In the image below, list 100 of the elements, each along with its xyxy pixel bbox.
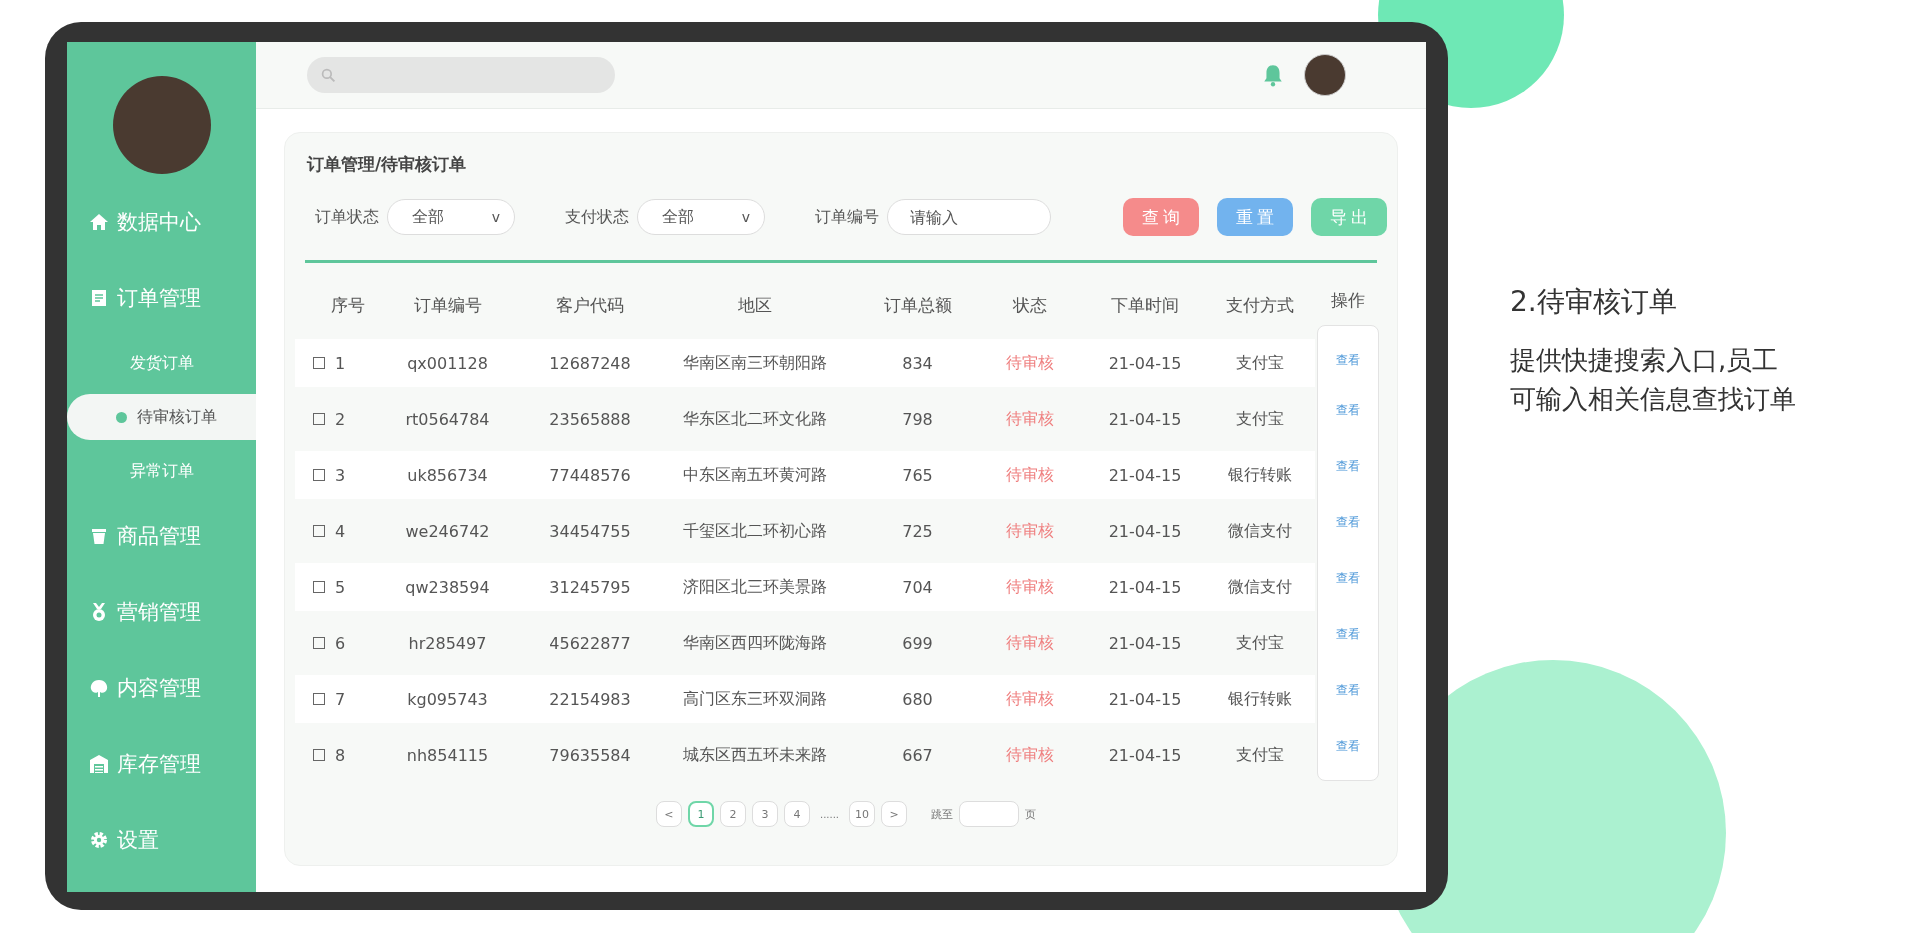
table-cell-text: 2 xyxy=(334,409,347,429)
nav-item[interactable]: 设置 xyxy=(67,802,256,878)
column-header: 订单编号 xyxy=(412,293,483,317)
table-cell-text: 8 xyxy=(334,745,347,765)
warehouse-icon xyxy=(89,754,109,774)
checkbox[interactable] xyxy=(313,469,325,481)
previous-page-button[interactable]: < xyxy=(655,801,682,827)
page-button[interactable]: 2 xyxy=(719,801,746,827)
column-header: 下单时间 xyxy=(1110,293,1180,317)
table-cell-text: 23565888 xyxy=(548,409,632,429)
table-cell-text: qx001128 xyxy=(406,353,489,373)
checkbox[interactable] xyxy=(313,749,325,761)
page-button[interactable]: 10 xyxy=(849,801,876,827)
view-link[interactable]: 查看 xyxy=(1336,737,1360,755)
page-unit-label: 页 xyxy=(1025,806,1037,822)
avatar-photo-placeholder[interactable] xyxy=(1304,54,1346,96)
filter-label: 订单编号 xyxy=(815,206,879,228)
checkbox[interactable] xyxy=(313,581,325,593)
nav-subitem[interactable]: 异常订单 xyxy=(67,444,256,498)
nav-sublabel: 待审核订单 xyxy=(137,406,217,428)
checkbox[interactable] xyxy=(313,693,325,705)
nav-sublabel: 发货订单 xyxy=(129,352,194,374)
nav-label: 内容管理 xyxy=(117,675,201,702)
nav-label: 设置 xyxy=(117,827,159,854)
input-field[interactable]: 请输入 xyxy=(887,199,1051,235)
table-cell-text: uk856734 xyxy=(406,465,489,485)
table-cell-text: 6 xyxy=(334,633,347,653)
table-cell-text: 中东区南五环黄河路 xyxy=(682,464,828,486)
column-header: 状态 xyxy=(1012,293,1048,317)
table-cell-text: we246742 xyxy=(404,521,491,541)
table-cell-text: 12687248 xyxy=(548,353,632,373)
nav-item[interactable]: 库存管理 xyxy=(67,726,256,802)
view-link[interactable]: 查看 xyxy=(1336,401,1360,419)
page-button[interactable]: 1 xyxy=(687,801,714,827)
nav-item[interactable]: 内容管理 xyxy=(67,650,256,726)
nav-item[interactable]: 订单管理 xyxy=(67,260,256,336)
view-link[interactable]: 查看 xyxy=(1336,569,1360,587)
feature-description: 提供快捷搜索入口,员工 xyxy=(1510,344,1780,377)
table-cell-text: 21-04-15 xyxy=(1107,353,1183,373)
column-header: 序号 xyxy=(331,293,365,317)
table-cell-text: 待审核 xyxy=(1005,520,1055,542)
feature-title: 2.待审核订单 xyxy=(1510,284,1678,320)
nav-label: 库存管理 xyxy=(117,751,201,778)
dropdown[interactable]: 全部 v xyxy=(637,199,765,235)
table-cell-text: 31245795 xyxy=(548,577,632,597)
table-cell-text: 21-04-15 xyxy=(1107,633,1183,653)
view-link[interactable]: 查看 xyxy=(1336,457,1360,475)
nav-label: 订单管理 xyxy=(117,285,201,312)
table-cell-text: 济阳区北三环美景路 xyxy=(682,576,828,598)
nav-item[interactable]: 商品管理 xyxy=(67,498,256,574)
page-input-field[interactable] xyxy=(959,801,1020,827)
table-cell-text: 待审核 xyxy=(1005,352,1055,374)
table-cell-text: 支付宝 xyxy=(1235,352,1285,374)
table-cell-text: 待审核 xyxy=(1005,464,1055,486)
nav-label: 数据中心 xyxy=(117,209,201,236)
table-cell-text: 22154983 xyxy=(548,689,632,709)
table-cell-text: 银行转账 xyxy=(1227,688,1293,710)
table-cell-text: 21-04-15 xyxy=(1107,409,1183,429)
action-button[interactable]: 导出 xyxy=(1311,198,1387,236)
checkbox[interactable] xyxy=(313,525,325,537)
page-button[interactable]: 4 xyxy=(783,801,810,827)
search-icon xyxy=(321,67,336,83)
checkbox[interactable] xyxy=(313,637,325,649)
cup-icon xyxy=(89,526,109,546)
jump-label: 跳至 xyxy=(931,806,954,822)
table-cell-text: qw238594 xyxy=(404,577,491,597)
dropdown[interactable]: 全部 v xyxy=(387,199,515,235)
view-link[interactable]: 查看 xyxy=(1336,351,1360,369)
table-cell-text: 704 xyxy=(901,577,934,597)
nav-item[interactable]: 营销管理 xyxy=(67,574,256,650)
table-cell-text: 微信支付 xyxy=(1227,576,1293,598)
table-cell-text: rt0564784 xyxy=(404,409,491,429)
nav-subitem[interactable]: 待审核订单 xyxy=(67,394,256,440)
nav-item[interactable]: 数据中心 xyxy=(67,184,256,260)
view-link[interactable]: 查看 xyxy=(1336,681,1360,699)
table-cell-text: 千玺区北二环初心路 xyxy=(682,520,828,542)
search-field[interactable] xyxy=(307,57,615,93)
view-link[interactable]: 查看 xyxy=(1336,625,1360,643)
action-button[interactable]: 重置 xyxy=(1217,198,1293,236)
table-cell-text: hr285497 xyxy=(407,633,488,653)
home-icon xyxy=(89,212,109,232)
page-button[interactable]: 3 xyxy=(751,801,778,827)
table-cell-text: 支付宝 xyxy=(1235,744,1285,766)
filter-label: 支付状态 xyxy=(565,206,629,228)
table-cell-text: 79635584 xyxy=(548,745,632,765)
table-cell-text: 待审核 xyxy=(1005,688,1055,710)
view-link[interactable]: 查看 xyxy=(1336,513,1360,531)
table-cell-text: 华东区北二环文化路 xyxy=(682,408,828,430)
checkbox[interactable] xyxy=(313,413,325,425)
next-page-button[interactable]: > xyxy=(881,801,908,827)
action-button[interactable]: 查询 xyxy=(1123,198,1199,236)
table-cell-text: 7 xyxy=(334,689,347,709)
nav-subitem[interactable]: 发货订单 xyxy=(67,336,256,390)
table-cell-text: 765 xyxy=(901,465,934,485)
checkbox[interactable] xyxy=(313,357,325,369)
table-cell-text: 高门区东三环双洞路 xyxy=(682,688,828,710)
table-cell-text: 待审核 xyxy=(1005,576,1055,598)
table-cell-text: 华南区西四环陇海路 xyxy=(682,632,828,654)
column-header: 操作 xyxy=(1330,288,1366,312)
table-cell-text: 667 xyxy=(901,745,934,765)
